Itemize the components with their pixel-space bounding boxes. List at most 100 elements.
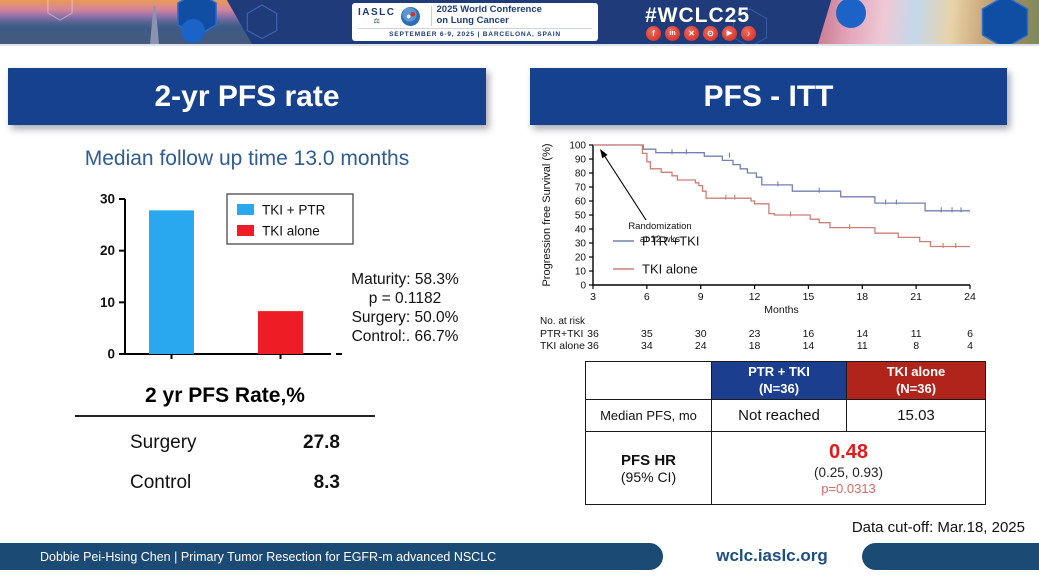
conference-title-line2: on Lung Cancer	[437, 16, 542, 27]
table-row: PTR + TKI (N=36) TKI alone (N=36)	[586, 362, 986, 400]
svg-text:TKI alone: TKI alone	[262, 224, 320, 239]
svg-text:30: 30	[695, 328, 707, 340]
podcast-icon[interactable]: ♪	[741, 26, 756, 41]
svg-text:40: 40	[575, 225, 587, 236]
footer-credit-bar: Dobbie Pei-Hsing Chen | Primary Tumor Re…	[0, 543, 663, 570]
sagrada-familia-photo	[818, 0, 1039, 44]
svg-text:35: 35	[641, 328, 653, 340]
left-panel-title: 2-yr PFS rate	[154, 80, 339, 114]
km-annotation: Randomization	[628, 221, 691, 232]
rate-table-rule	[75, 415, 375, 417]
table-row: Surgery 27.8	[75, 432, 375, 454]
linkedin-icon[interactable]: in	[665, 26, 680, 41]
rate-table: 2 yr PFS Rate,% Surgery 27.8 Control 8.3	[75, 384, 375, 494]
svg-text:TKI alone: TKI alone	[540, 340, 585, 352]
svg-text:10: 10	[575, 267, 587, 278]
svg-text:100: 100	[569, 141, 586, 152]
col-tki-alone-n: (N=36)	[847, 381, 985, 397]
rate-table-title: 2 yr PFS Rate,%	[75, 384, 375, 408]
rate-row-control-label: Control	[130, 472, 191, 494]
stat-maturity: Maturity: 58.3%	[340, 270, 470, 289]
median-pfs-ptr-tki: Not reached	[712, 400, 847, 432]
hashtag-wclc25: #WCLC25	[645, 4, 750, 28]
table-row: PFS HR (95% CI) 0.48 (0.25, 0.93) p=0.03…	[586, 432, 986, 505]
svg-text:36: 36	[587, 340, 599, 352]
svg-text:15: 15	[803, 291, 815, 303]
pfs-hr-value-cell: 0.48 (0.25, 0.93) p=0.0313	[712, 432, 986, 505]
svg-text:21: 21	[910, 291, 922, 303]
svg-text:PTR+TKI: PTR+TKI	[540, 328, 583, 340]
svg-text:50: 50	[575, 211, 587, 222]
right-panel-pfs-itt: PFS - ITT 010203040506070809010036912151…	[530, 68, 1007, 505]
svg-text:11: 11	[857, 340, 868, 352]
km-y-axis-label: Progression free Survival (%)	[541, 143, 553, 286]
stat-surgery: Surgery: 50.0%	[340, 308, 470, 327]
right-panel-title: PFS - ITT	[704, 80, 834, 114]
results-header-ptr-tki: PTR + TKI (N=36)	[712, 362, 847, 400]
svg-text:16: 16	[803, 328, 815, 340]
stat-control: Control:. 66.7%	[340, 327, 470, 346]
left-panel-title-banner: 2-yr PFS rate	[8, 68, 486, 125]
rate-row-surgery-label: Surgery	[130, 432, 197, 454]
bar-chart-area: 0102030TKI + PTRTKI alone Maturity: 58.3…	[8, 192, 486, 372]
pfs-hr-label: PFS HR	[586, 452, 711, 469]
hr-value: 0.48	[712, 441, 985, 464]
svg-text:80: 80	[575, 169, 587, 180]
conference-dates: SEPTEMBER 6-9, 2025 | BARCELONA, SPAIN	[358, 28, 592, 38]
instagram-icon[interactable]: ⊙	[703, 26, 718, 41]
x-twitter-icon[interactable]: ✕	[684, 26, 699, 41]
footer-site-link[interactable]: wclc.iaslc.org	[692, 546, 852, 566]
conference-title: 2025 World Conference on Lung Cancer	[437, 5, 542, 27]
svg-text:3: 3	[590, 291, 596, 303]
svg-text:10: 10	[100, 295, 115, 310]
right-panel-title-banner: PFS - ITT	[530, 68, 1007, 125]
svg-text:4: 4	[967, 340, 973, 352]
col-tki-alone-title: TKI alone	[847, 364, 985, 380]
svg-text:23: 23	[749, 328, 761, 340]
svg-text:24: 24	[964, 291, 976, 303]
svg-text:0: 0	[580, 281, 586, 292]
table-row: Control 8.3	[75, 472, 375, 494]
svg-text:34: 34	[641, 340, 653, 352]
median-pfs-label: Median PFS, mo	[586, 400, 712, 432]
svg-text:11: 11	[911, 328, 922, 340]
results-empty-cell	[586, 362, 712, 400]
logo-divider	[431, 6, 432, 26]
svg-text:14: 14	[803, 340, 815, 352]
stat-pvalue: p = 0.1182	[340, 289, 470, 308]
iaslc-logo: IASLC ⚖	[358, 8, 396, 25]
svg-text:30: 30	[100, 192, 115, 207]
svg-text:6: 6	[644, 291, 650, 303]
conference-header: IASLC ⚖ 2025 World Conference on Lung Ca…	[0, 0, 1039, 46]
facebook-icon[interactable]: f	[646, 26, 661, 41]
svg-text:14: 14	[856, 328, 868, 340]
svg-text:0: 0	[107, 347, 115, 362]
svg-text:60: 60	[575, 197, 587, 208]
iaslc-label: IASLC	[358, 8, 396, 18]
median-pfs-tki-alone: 15.03	[847, 400, 986, 432]
left-panel-2yr-pfs: 2-yr PFS rate Median follow up time 13.0…	[8, 68, 486, 494]
risk-table-label: No. at risk	[540, 316, 586, 327]
svg-text:30: 30	[575, 239, 587, 250]
table-row: Median PFS, mo Not reached 15.03	[586, 400, 986, 432]
svg-text:24: 24	[695, 340, 707, 352]
hr-p-value: p=0.0313	[712, 481, 985, 496]
data-cutoff-text: Data cut-off: Mar.18, 2025	[852, 519, 1025, 536]
bar-TKI + PTR	[149, 210, 194, 354]
km-annotation: at 12 wks	[640, 234, 680, 245]
svg-text:TKI alone: TKI alone	[642, 262, 698, 277]
rate-row-surgery-value: 27.8	[303, 432, 340, 454]
stats-block: Maturity: 58.3% p = 0.1182 Surgery: 50.0…	[340, 270, 470, 346]
rate-row-control-value: 8.3	[314, 472, 340, 494]
wclc-logo: IASLC ⚖ 2025 World Conference on Lung Ca…	[352, 3, 598, 41]
results-header-tki-alone: TKI alone (N=36)	[847, 362, 986, 400]
svg-text:90: 90	[575, 155, 587, 166]
svg-text:6: 6	[967, 328, 973, 340]
median-followup-subtitle: Median follow up time 13.0 months	[8, 147, 486, 171]
globe-icon	[401, 7, 420, 26]
youtube-icon[interactable]: ▶	[722, 26, 737, 41]
svg-text:18: 18	[749, 340, 761, 352]
barcelona-cityscape-photo	[0, 0, 252, 44]
social-icons: f in ✕ ⊙ ▶ ♪	[646, 26, 756, 41]
col-ptr-tki-title: PTR + TKI	[712, 364, 846, 380]
